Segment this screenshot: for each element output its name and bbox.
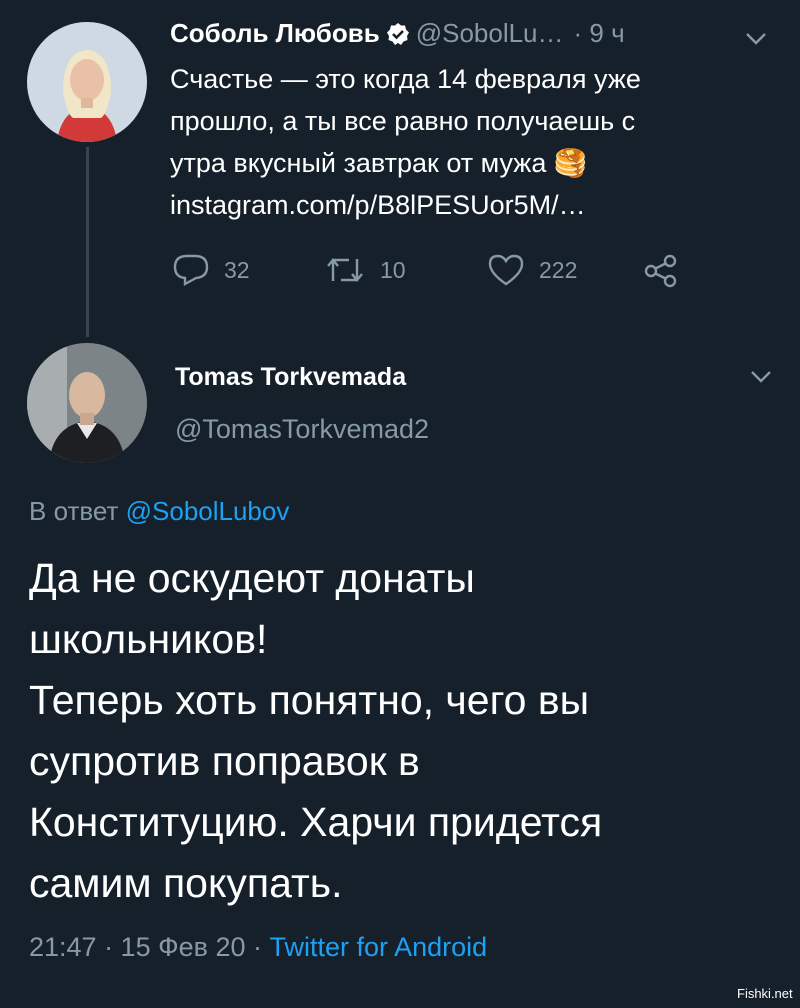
avatar-torkvemada[interactable] xyxy=(27,343,147,463)
share-icon[interactable] xyxy=(643,253,679,289)
chevron-down-icon[interactable] xyxy=(745,32,767,46)
reply-author-handle[interactable]: @TomasTorkvemad2 xyxy=(175,414,429,445)
tweet-time[interactable]: · 9 ч xyxy=(574,18,625,49)
verified-badge-icon xyxy=(386,22,409,45)
reply-line: Конституцию. Харчи придется xyxy=(29,799,603,845)
heart-icon xyxy=(488,254,524,286)
reply-author-name[interactable]: Tomas Torkvemada xyxy=(175,363,406,392)
reply-action[interactable]: 32 xyxy=(172,253,250,287)
tweet-meta: 21:47 · 15 Фев 20 · Twitter for Android xyxy=(29,932,487,963)
retweet-count: 10 xyxy=(380,256,406,283)
original-tweet-text: Счастье — это когда 14 февраля уже прошл… xyxy=(170,58,770,226)
tweet-line: прошло, а ты все равно получаешь с xyxy=(170,106,636,136)
reply-icon xyxy=(173,254,209,287)
thread-line xyxy=(86,147,89,337)
avatar-sobol[interactable] xyxy=(27,22,147,142)
in-reply-prefix: В ответ xyxy=(29,496,119,526)
reply-line: Да не оскудеют донаты xyxy=(29,555,475,601)
in-reply-handle[interactable]: @SobolLubov xyxy=(126,496,290,526)
tweet-link[interactable]: instagram.com/p/B8lPESUor5M/… xyxy=(170,184,770,226)
avatar-photo-icon xyxy=(27,22,147,142)
tweet-line: Счастье — это когда 14 февраля уже xyxy=(170,64,641,94)
in-reply-to: В ответ @SobolLubov xyxy=(29,496,289,527)
chevron-down-icon[interactable] xyxy=(750,370,772,384)
retweet-action[interactable]: 10 xyxy=(324,253,406,287)
reply-line: Теперь хоть понятно, чего вы xyxy=(29,677,590,723)
reply-line: супротив поправок в xyxy=(29,738,420,784)
original-tweet-header: Соболь Любовь @SobolLu… · 9 ч xyxy=(170,18,625,49)
retweet-icon xyxy=(327,258,363,282)
avatar-photo-icon xyxy=(27,343,147,463)
author-handle[interactable]: @SobolLu… xyxy=(416,18,564,49)
author-name[interactable]: Соболь Любовь xyxy=(170,18,380,49)
like-count: 222 xyxy=(539,256,578,283)
reply-count: 32 xyxy=(224,256,250,283)
reply-tweet-text: Да не оскудеют донаты школьников! Теперь… xyxy=(29,548,789,914)
tweet-source[interactable]: Twitter for Android xyxy=(270,932,488,962)
watermark: Fishki.net xyxy=(737,986,793,1001)
tweet-line: утра вкусный завтрак от мужа 🥞 xyxy=(170,148,588,178)
like-action[interactable]: 222 xyxy=(487,253,577,287)
tweet-timestamp: 21:47 · 15 Фев 20 · xyxy=(29,932,263,962)
reply-line: школьников! xyxy=(29,616,268,662)
reply-line: самим покупать. xyxy=(29,860,343,906)
